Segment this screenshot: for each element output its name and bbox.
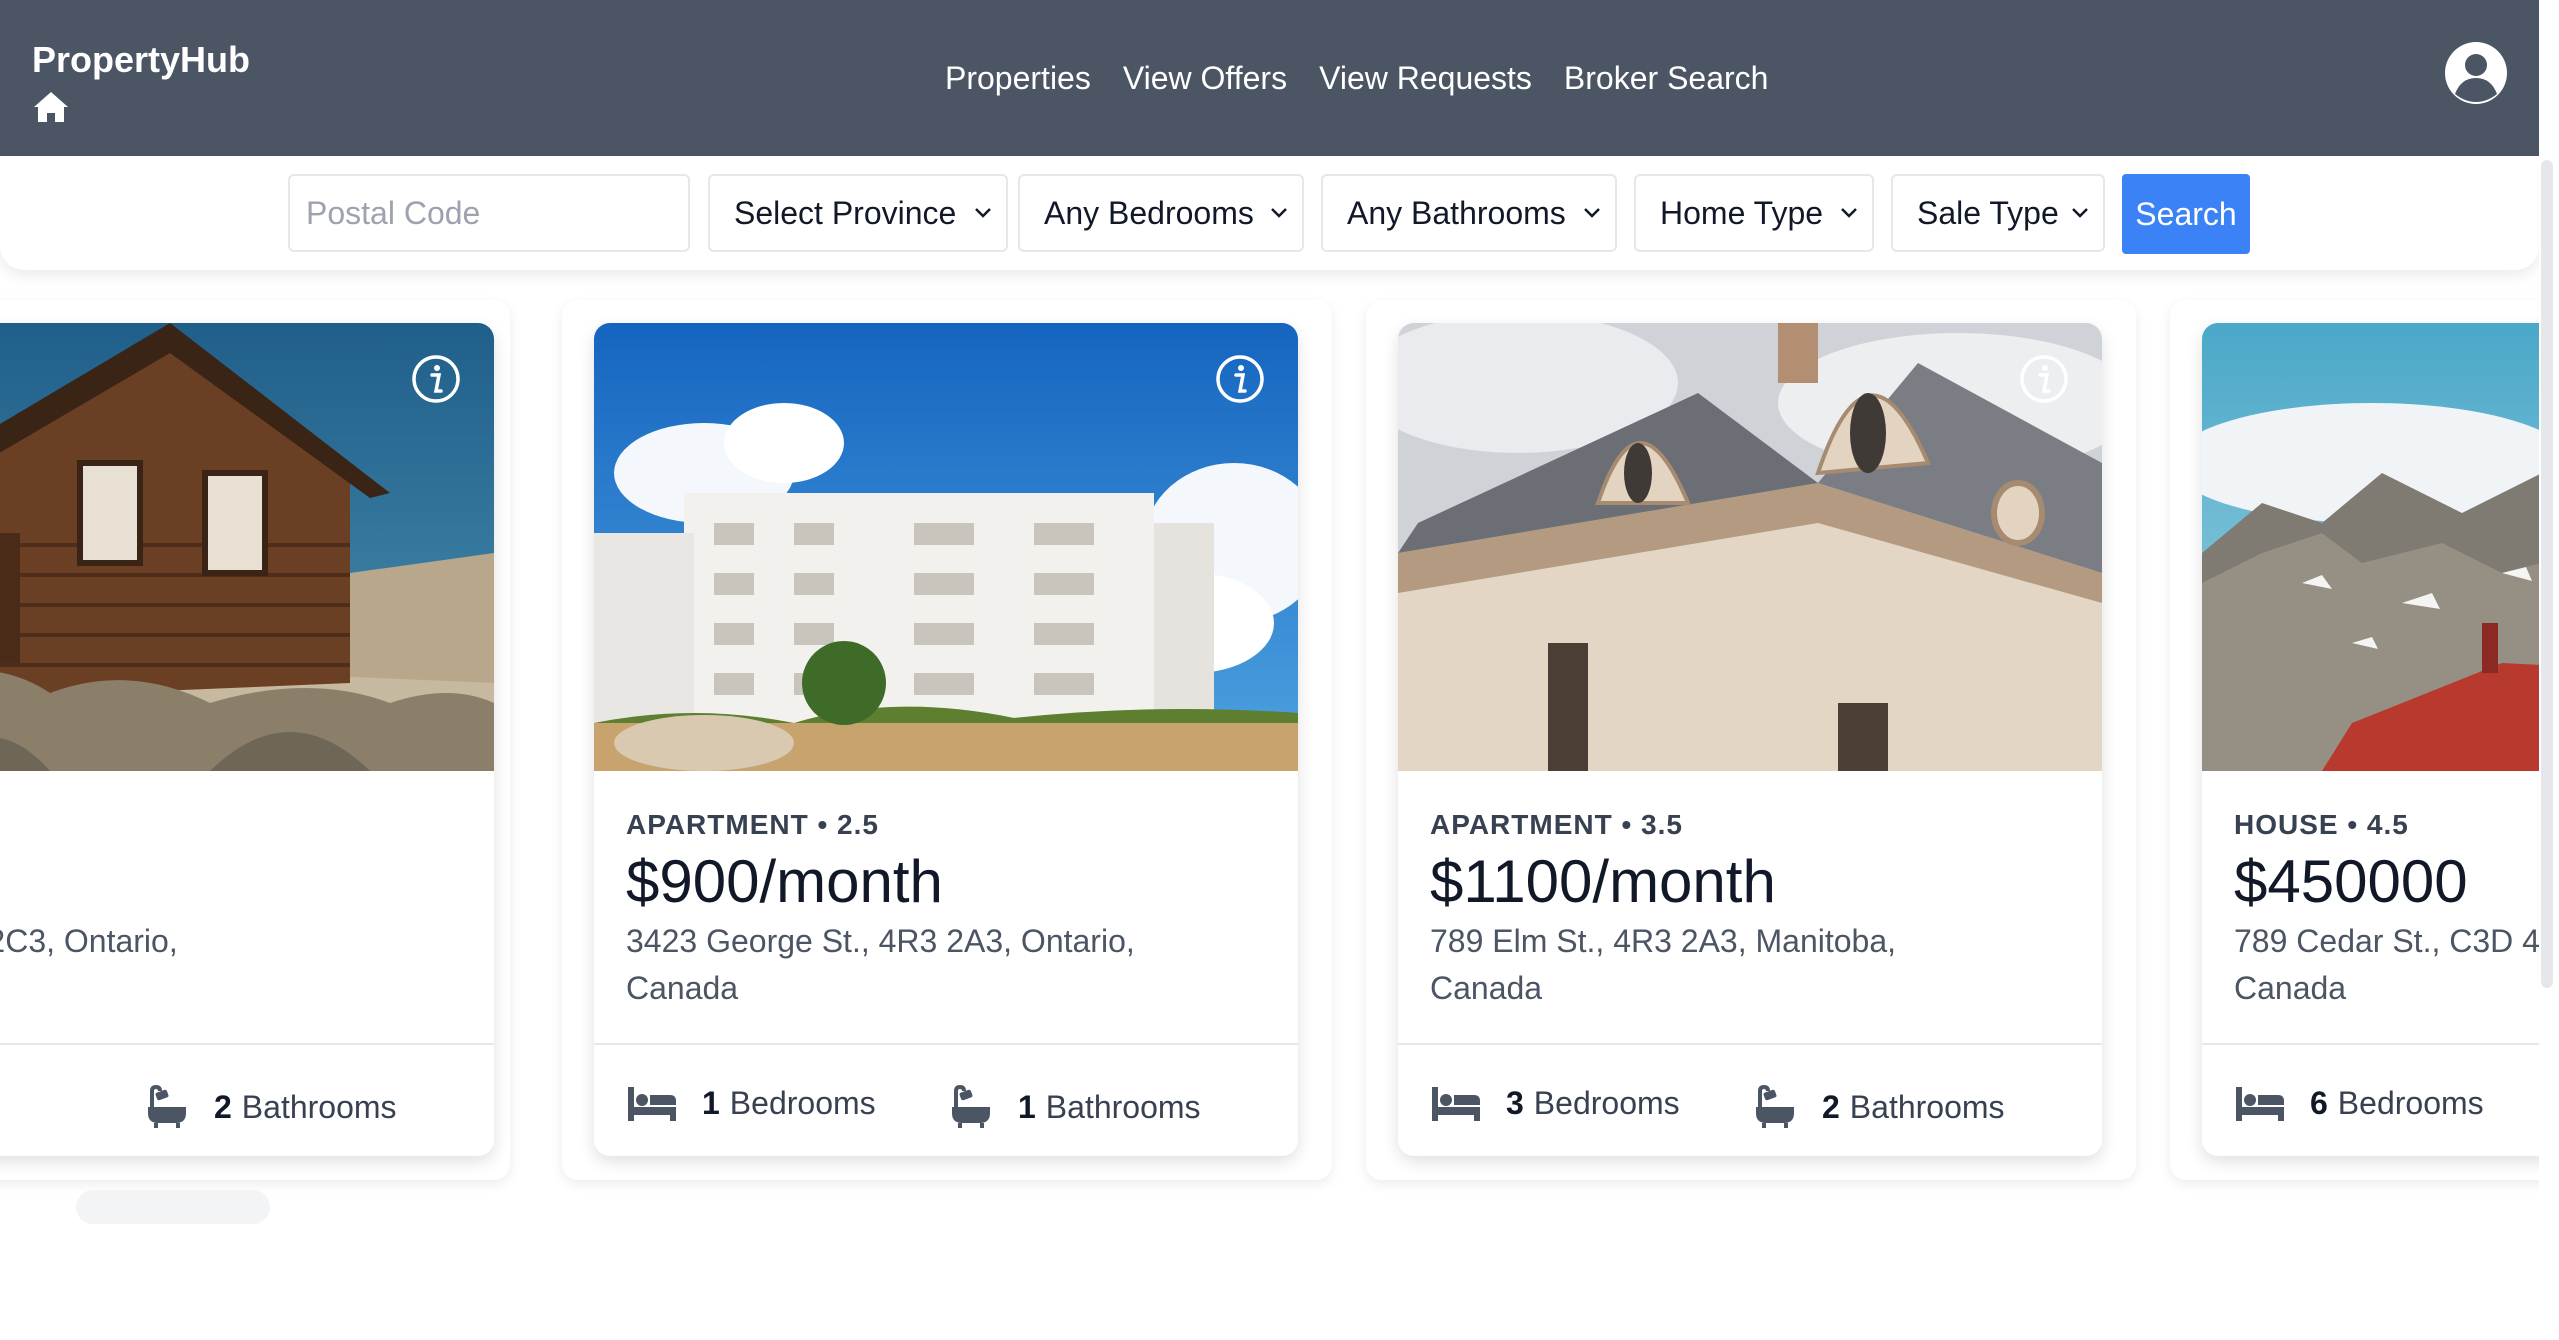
vertical-scrollbar-thumb[interactable] — [2541, 160, 2553, 988]
sale-type-select-value: Sale Type — [1917, 194, 2059, 231]
nav-link-properties[interactable]: Properties — [945, 56, 1091, 100]
bathrooms-count: 2 — [1822, 1088, 1840, 1125]
chevron-down-icon — [1841, 208, 1857, 218]
brand-name[interactable]: PropertyHub — [32, 38, 250, 81]
property-address: 789 Elm St., 4R3 2A3, Manitoba, Canada — [1430, 923, 1897, 1006]
card-features: 6 Bedrooms — [2202, 1043, 2539, 1156]
sale-type-select[interactable]: Sale Type — [1891, 174, 2105, 252]
bathrooms-select[interactable]: Any Bathrooms — [1321, 174, 1617, 252]
property-price: $1100/month — [1430, 848, 1776, 915]
info-icon[interactable] — [2018, 353, 2070, 405]
property-card[interactable]: HOUSE • 4.5 $450000 789 Cedar St., C3D 4… — [2202, 323, 2539, 1156]
property-type-rating: APARTMENT • 2.5 — [626, 809, 879, 840]
property-photo — [1398, 323, 2102, 771]
property-price: $450000 — [2234, 848, 2468, 915]
bathtub-icon — [148, 1084, 186, 1128]
chevron-down-icon — [975, 208, 991, 218]
bedrooms-label: Bedrooms — [2337, 1084, 2484, 1121]
home-type-select[interactable]: Home Type — [1634, 174, 1874, 252]
bedrooms-count: 6 — [2310, 1084, 2328, 1121]
card-features: 3 Bedrooms 2 Bathrooms — [1398, 1043, 2102, 1156]
property-card[interactable]: APARTMENT • 3.5 $1100/month 789 Elm St.,… — [1398, 323, 2102, 1156]
bathtub-icon — [952, 1084, 990, 1128]
top-navbar: PropertyHub Properties View Offers View … — [0, 0, 2539, 156]
property-address: 789 Cedar St., C3D 4E Columbia, Canada — [2234, 923, 2539, 1006]
nav-link-broker-search[interactable]: Broker Search — [1564, 56, 1769, 100]
property-price: $900/month — [626, 848, 943, 915]
bedrooms-label: Bedrooms — [1533, 1084, 1680, 1121]
home-type-select-value: Home Type — [1660, 194, 1824, 231]
info-icon[interactable] — [1214, 353, 1266, 405]
bedrooms-count: 3 — [1506, 1084, 1524, 1121]
bathrooms-label: Bathrooms — [241, 1088, 397, 1125]
card-features: 1 Bedrooms 1 Bathrooms — [594, 1043, 1298, 1156]
bathrooms-select-value: Any Bathrooms — [1347, 194, 1566, 231]
bathrooms-count: 2 — [214, 1088, 232, 1125]
bedrooms-feature: 6 Bedrooms — [2234, 1083, 2484, 1123]
bedrooms-feature: 1 Bedrooms — [626, 1083, 876, 1123]
bed-icon — [2236, 1087, 2284, 1121]
horizontal-scrollbar-thumb[interactable] — [76, 1190, 270, 1224]
property-photo — [594, 323, 1298, 771]
bathrooms-label: Bathrooms — [1045, 1088, 1201, 1125]
property-card[interactable]: APARTMENT • 2.5 $900/month 3423 George S… — [594, 323, 1298, 1156]
property-card[interactable]: 00 wn St, 5R3 2C3, Ontario, ooms 2 Bathr… — [0, 323, 494, 1156]
bedrooms-label: Bedrooms — [729, 1084, 876, 1121]
property-type-rating: APARTMENT • 3.5 — [1430, 809, 1683, 840]
bedrooms-select[interactable]: Any Bedrooms — [1018, 174, 1304, 252]
bathrooms-feature: 2 Bathrooms — [142, 1083, 397, 1131]
bed-icon — [628, 1087, 676, 1121]
bathtub-icon — [1756, 1084, 1794, 1128]
nav-links: Properties View Offers View Requests Bro… — [945, 56, 1768, 100]
bedrooms-select-value: Any Bedrooms — [1044, 194, 1254, 231]
bedrooms-feature: 3 Bedrooms — [1430, 1083, 1680, 1123]
chevron-down-icon — [1584, 208, 1600, 218]
card-features: ooms 2 Bathrooms — [0, 1043, 494, 1156]
search-filter-bar: Postal Code Select Province Any Bedrooms… — [0, 156, 2539, 270]
bathrooms-count: 1 — [1018, 1088, 1036, 1125]
nav-link-view-requests[interactable]: View Requests — [1319, 56, 1532, 100]
bedrooms-count: 1 — [702, 1084, 720, 1121]
property-photo — [0, 323, 494, 771]
search-button[interactable]: Search — [2122, 174, 2250, 254]
chevron-down-icon — [1271, 208, 1287, 218]
bathrooms-feature: 1 Bathrooms — [946, 1083, 1201, 1131]
property-type-rating: HOUSE • 4.5 — [2234, 809, 2409, 840]
bed-icon — [1432, 1087, 1480, 1121]
postal-code-input[interactable]: Postal Code — [288, 174, 690, 252]
province-select-value: Select Province — [734, 194, 957, 231]
bathrooms-feature: 2 Bathrooms — [1750, 1083, 2005, 1131]
property-photo — [2202, 323, 2539, 771]
user-avatar-icon[interactable] — [2443, 40, 2509, 106]
nav-link-view-offers[interactable]: View Offers — [1123, 56, 1287, 100]
bathrooms-label: Bathrooms — [1849, 1088, 2005, 1125]
info-icon[interactable] — [410, 353, 462, 405]
property-address: wn St, 5R3 2C3, Ontario, — [0, 923, 178, 959]
home-icon[interactable] — [32, 90, 70, 124]
property-address: 3423 George St., 4R3 2A3, Ontario, Canad… — [626, 923, 1135, 1006]
chevron-down-icon — [2072, 208, 2088, 218]
province-select[interactable]: Select Province — [708, 174, 1008, 252]
